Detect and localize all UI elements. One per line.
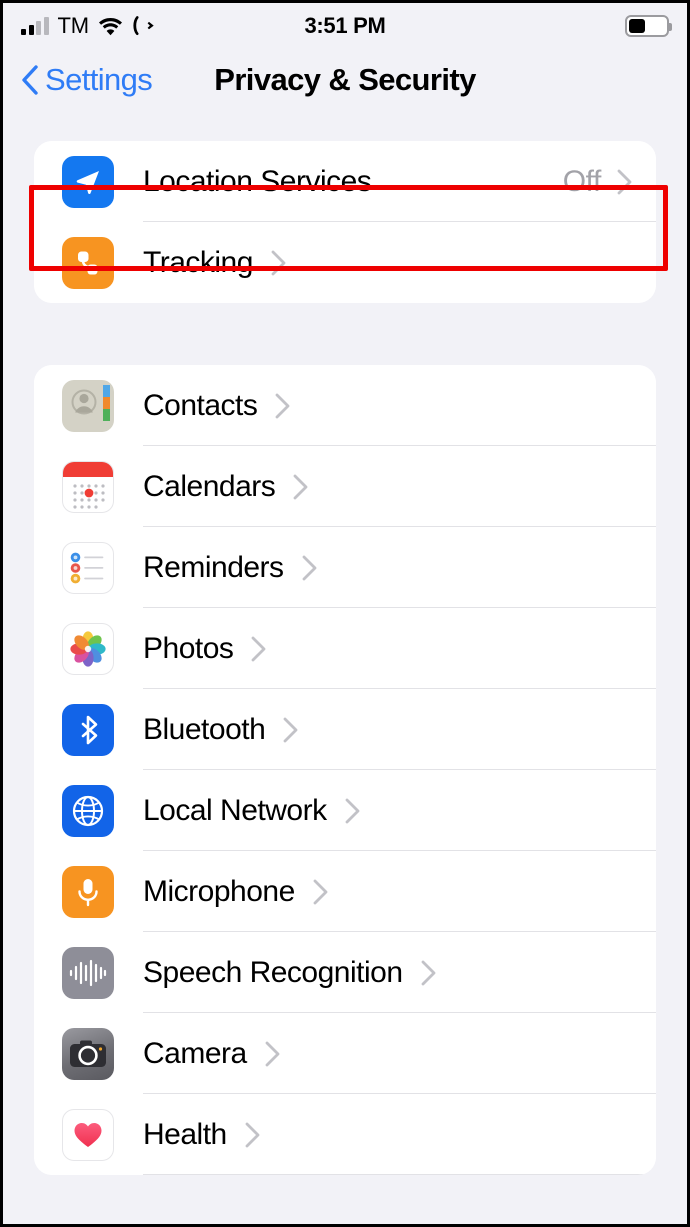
list-item-label: Photos bbox=[143, 631, 234, 665]
list-item-label: Camera bbox=[143, 1036, 247, 1070]
tracking-icon bbox=[62, 236, 114, 289]
chevron-right-icon bbox=[275, 393, 290, 419]
chevron-right-icon bbox=[293, 474, 308, 500]
chevron-right-icon bbox=[271, 250, 286, 276]
list-item-camera[interactable]: Camera bbox=[34, 1013, 656, 1094]
list-item-local-network[interactable]: Local Network bbox=[34, 770, 656, 851]
status-bar-right bbox=[625, 15, 672, 37]
navigation-bar: Settings Privacy & Security bbox=[3, 49, 687, 111]
heart-icon bbox=[62, 1108, 114, 1161]
battery-icon bbox=[625, 15, 672, 37]
list-item-speech-recognition[interactable]: Speech Recognition bbox=[34, 932, 656, 1013]
chevron-right-icon bbox=[251, 636, 266, 662]
chevron-right-icon bbox=[617, 169, 632, 195]
carrier-label: TM bbox=[57, 13, 90, 38]
list-item-label: Local Network bbox=[143, 793, 327, 827]
status-bar: TM 3:51 PM bbox=[3, 3, 687, 49]
chevron-right-icon bbox=[313, 879, 328, 905]
reminders-icon bbox=[62, 541, 114, 594]
microphone-icon bbox=[62, 865, 114, 918]
photos-icon bbox=[62, 622, 114, 675]
list-item-label: Calendars bbox=[143, 469, 276, 503]
chevron-right-icon bbox=[421, 960, 436, 986]
iphone-screen: TM 3:51 PM Settings Privacy & Security L… bbox=[0, 0, 690, 1227]
location-arrow-icon bbox=[62, 155, 114, 208]
camera-icon bbox=[62, 1027, 114, 1080]
list-item-label: Contacts bbox=[143, 388, 258, 422]
waveform-icon bbox=[62, 946, 114, 999]
list-item-tracking[interactable]: Tracking bbox=[34, 222, 656, 303]
list-item-microphone[interactable]: Microphone bbox=[34, 851, 656, 932]
calendar-icon bbox=[62, 460, 114, 513]
call-forwarding-icon bbox=[132, 16, 154, 36]
list-item-label: Health bbox=[143, 1117, 227, 1151]
status-bar-left: TM bbox=[21, 13, 154, 39]
back-to-settings-button[interactable]: Settings bbox=[21, 62, 153, 98]
list-item-health[interactable]: Health bbox=[34, 1094, 656, 1175]
contacts-icon bbox=[62, 379, 114, 432]
settings-group-privacy-top: Location Services Off Tracking bbox=[34, 141, 656, 303]
chevron-right-icon bbox=[245, 1122, 260, 1148]
cellular-signal-icon bbox=[21, 16, 49, 35]
list-item-label: Location Services bbox=[143, 164, 372, 198]
back-label: Settings bbox=[45, 62, 153, 97]
list-item-label: Speech Recognition bbox=[143, 955, 403, 989]
list-item-label: Tracking bbox=[143, 245, 253, 279]
list-item-bluetooth[interactable]: Bluetooth bbox=[34, 689, 656, 770]
chevron-left-icon bbox=[21, 65, 38, 95]
globe-icon bbox=[62, 784, 114, 837]
settings-group-app-permissions: Contacts Calendars Reminders Photos Blue… bbox=[34, 365, 656, 1175]
bluetooth-icon bbox=[62, 703, 114, 756]
list-item-location-services[interactable]: Location Services Off bbox=[34, 141, 656, 222]
list-item-contacts[interactable]: Contacts bbox=[34, 365, 656, 446]
list-item-label: Reminders bbox=[143, 550, 284, 584]
list-item-calendars[interactable]: Calendars bbox=[34, 446, 656, 527]
list-item-label: Microphone bbox=[143, 874, 295, 908]
chevron-right-icon bbox=[265, 1041, 280, 1067]
chevron-right-icon bbox=[302, 555, 317, 581]
list-item-photos[interactable]: Photos bbox=[34, 608, 656, 689]
wifi-icon bbox=[98, 17, 123, 36]
chevron-right-icon bbox=[283, 717, 298, 743]
row-separator bbox=[143, 1173, 656, 1175]
list-item-reminders[interactable]: Reminders bbox=[34, 527, 656, 608]
chevron-right-icon bbox=[345, 798, 360, 824]
list-item-value: Off bbox=[562, 164, 602, 198]
list-item-label: Bluetooth bbox=[143, 712, 266, 746]
